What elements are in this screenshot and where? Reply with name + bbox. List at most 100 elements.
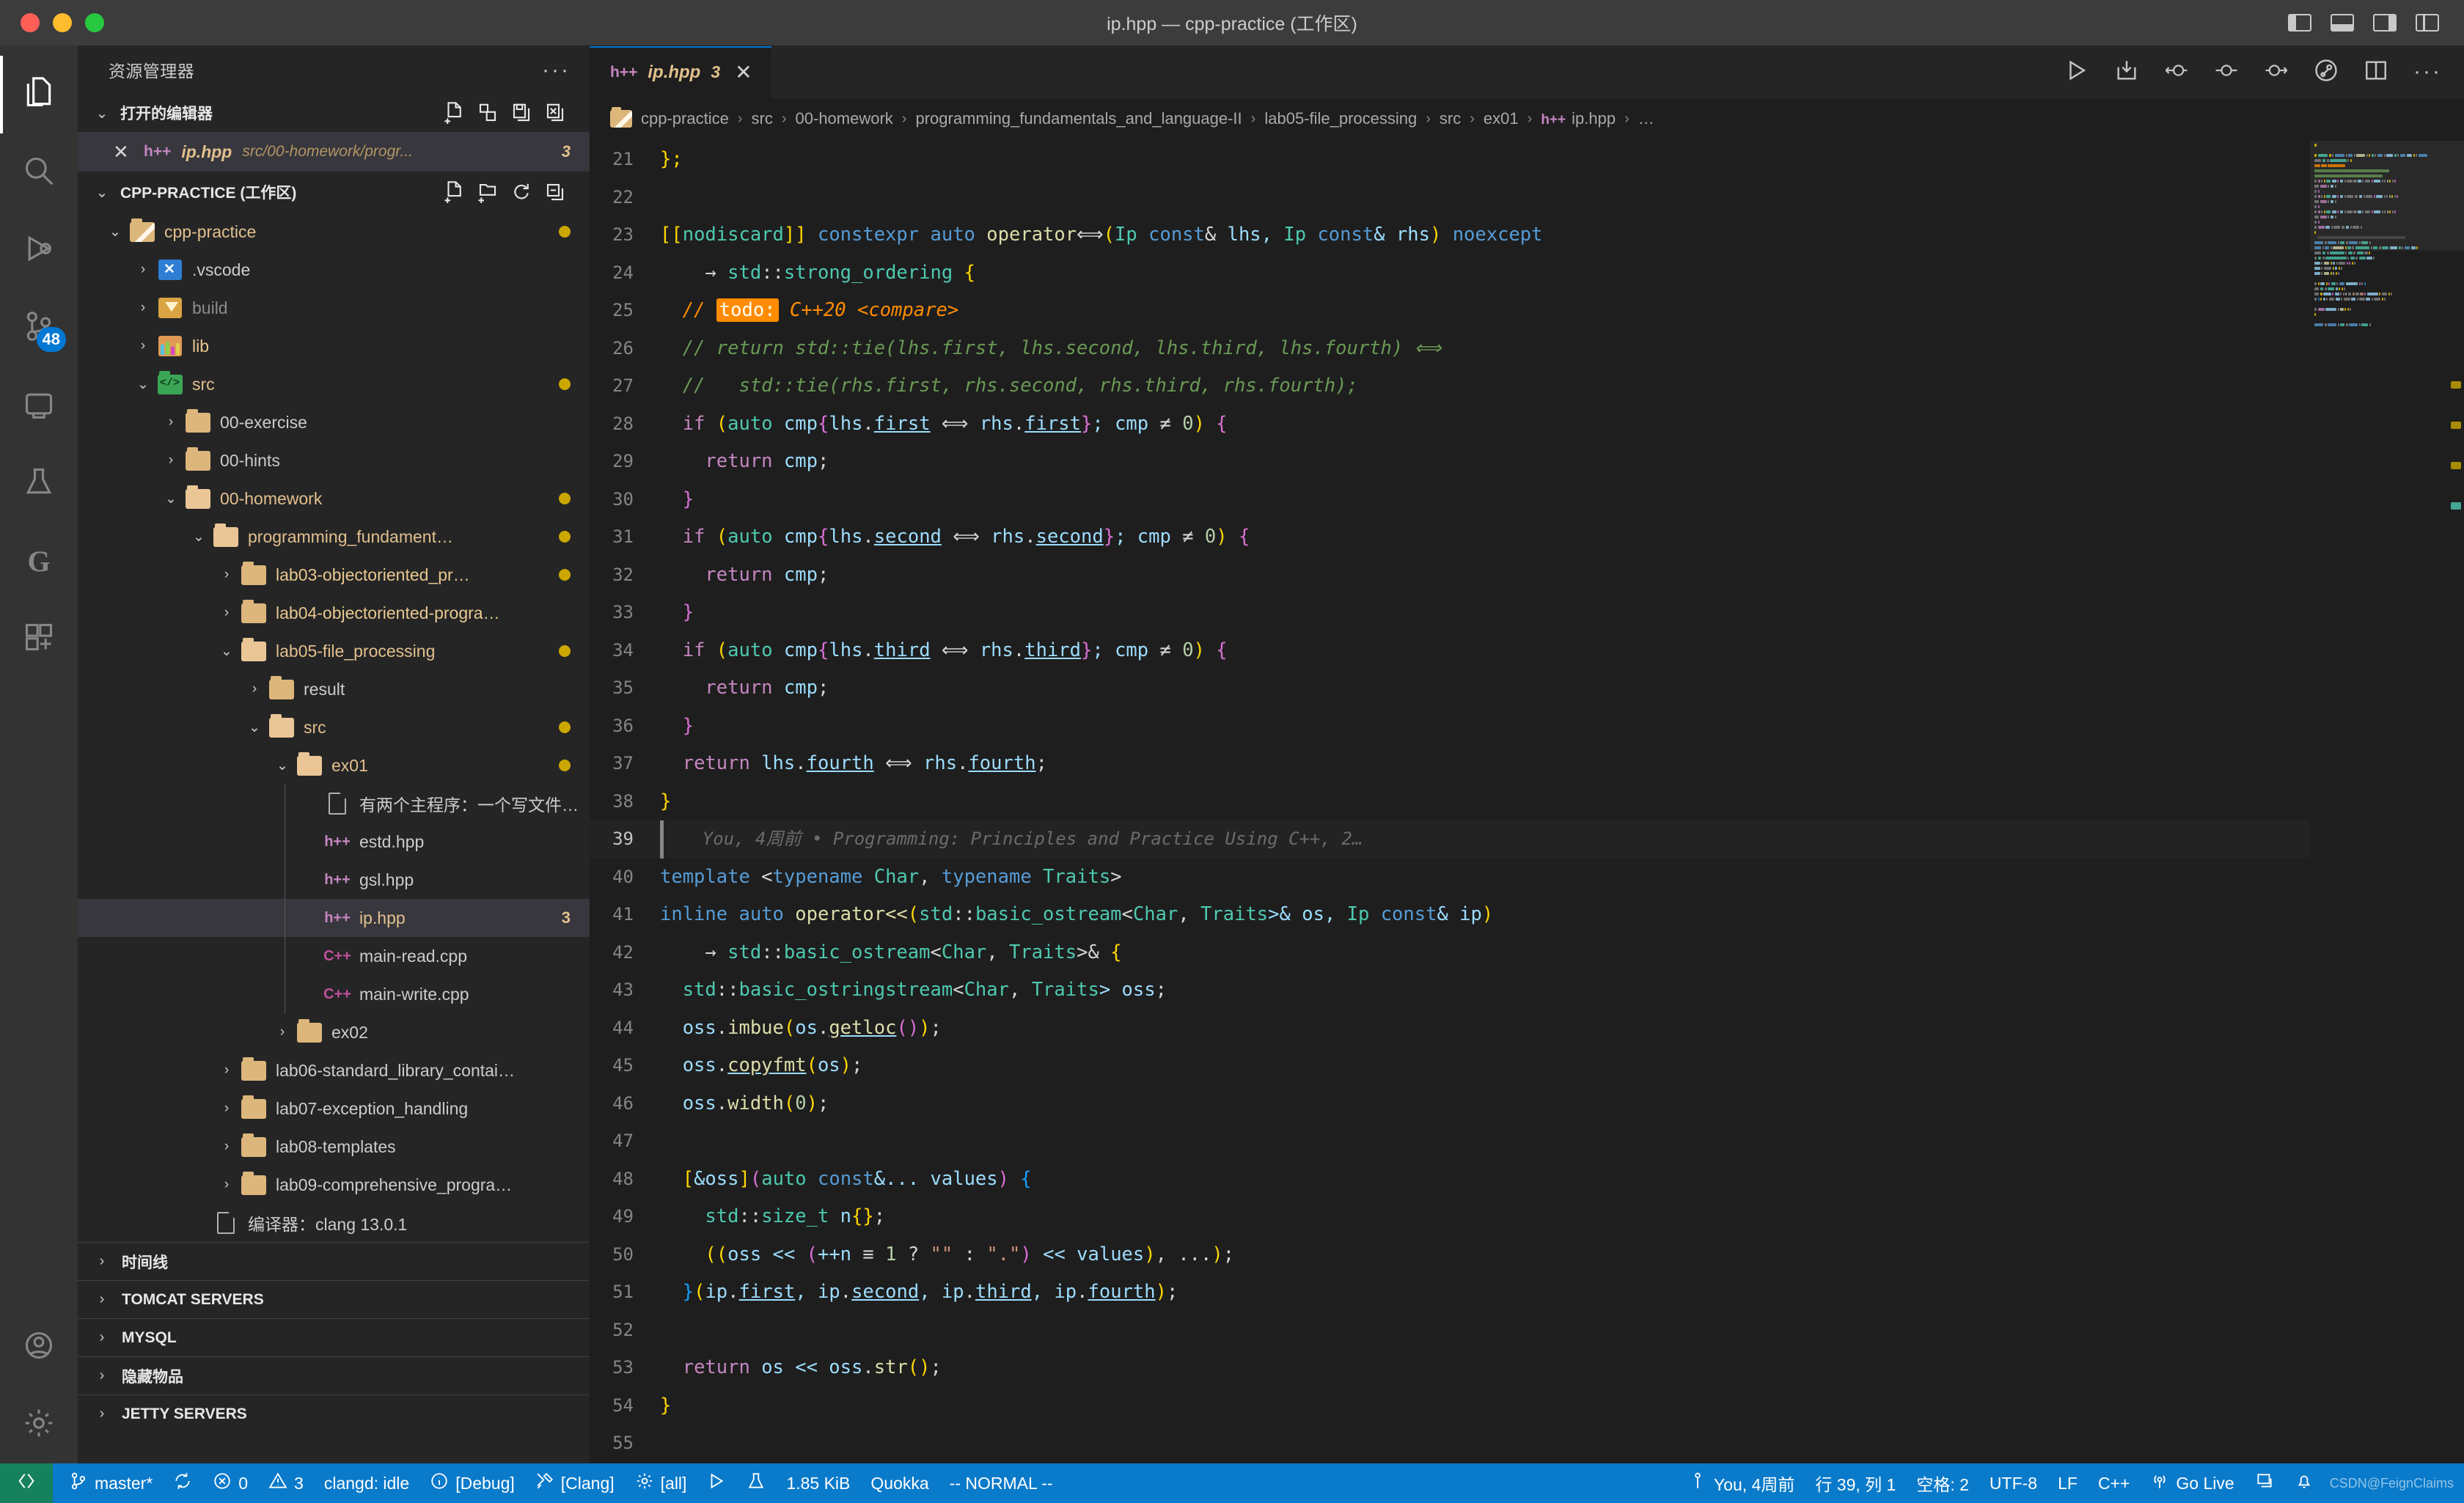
code-line[interactable]: 45 oss.copyfmt(os); xyxy=(590,1047,2310,1085)
code-line[interactable]: 28 if (auto cmp{lhs.first ⟺ rhs.first}; … xyxy=(590,405,2310,444)
tree-item-src[interactable]: ⌄ src xyxy=(78,708,590,746)
go-back-icon[interactable] xyxy=(2164,58,2189,87)
split-editor-icon[interactable] xyxy=(478,102,497,124)
chevron-right-icon[interactable]: › xyxy=(158,414,183,430)
tree-item-ip-hpp[interactable]: h++ ip.hpp 3 xyxy=(78,899,590,937)
tree-item-lab03-objectoriented-pr[interactable]: › lab03-objectoriented_pr… xyxy=(78,556,590,594)
tree-item-lab06-standard-library-contai[interactable]: › lab06-standard_library_contai… xyxy=(78,1051,590,1089)
tree-item-src[interactable]: ⌄ src xyxy=(78,365,590,403)
code-line[interactable]: 32 return cmp; xyxy=(590,556,2310,595)
status-item-sync-icon[interactable] xyxy=(163,1463,202,1503)
code-lines[interactable]: 21}; 22 23 [[nodiscard]] constexpr auto ope… xyxy=(590,139,2310,1463)
chevron-down-icon[interactable]: ⌄ xyxy=(214,643,239,660)
tree-item-main-write-cpp[interactable]: C++ main-write.cpp xyxy=(78,975,590,1013)
code-line[interactable]: 35 return cmp; xyxy=(590,669,2310,708)
tree-item-[interactable]: 有两个主程序：一个写文件… xyxy=(78,784,590,823)
run-icon[interactable] xyxy=(2064,58,2089,87)
new-file-icon[interactable] xyxy=(444,181,463,203)
chevron-down-icon[interactable]: ⌄ xyxy=(158,490,183,507)
tree-item-00-exercise[interactable]: › 00-exercise xyxy=(78,403,590,441)
open-editor-row[interactable]: ✕ h++ ip.hpp src/00-homework/progr... 3 xyxy=(78,132,590,172)
activity-item-extensions[interactable] xyxy=(0,600,78,677)
toggle-primary-sidebar-icon[interactable] xyxy=(2288,14,2311,32)
breadcrumb-item-programming-fundamentals-and-language-ii[interactable]: programming_fundamentals_and_language-II xyxy=(915,109,1242,128)
chevron-down-icon[interactable]: ⌄ xyxy=(131,376,155,393)
chevron-right-icon[interactable]: › xyxy=(214,1177,239,1193)
tree-item-lab09-comprehensive-progra[interactable]: › lab09-comprehensive_progra… xyxy=(78,1166,590,1204)
status-item-1-85-kib[interactable]: 1.85 KiB xyxy=(776,1463,860,1503)
code-line[interactable]: 30 } xyxy=(590,481,2310,519)
tree-item-build[interactable]: › build xyxy=(78,289,590,327)
tree-item-lab05-file-processing[interactable]: ⌄ lab05-file_processing xyxy=(78,632,590,670)
breadcrumb-item-cpp-practice[interactable]: cpp-practice xyxy=(641,109,729,128)
status-item-beaker-icon[interactable] xyxy=(736,1463,776,1503)
tree-item-main-read-cpp[interactable]: C++ main-read.cpp xyxy=(78,937,590,975)
status-remote-window[interactable] xyxy=(0,1463,53,1503)
tree-item-programming-fundament[interactable]: ⌄ programming_fundament… xyxy=(78,518,590,556)
status-item-clang[interactable]: [Clang] xyxy=(525,1463,625,1503)
chevron-down-icon[interactable]: ⌄ xyxy=(270,757,295,774)
workspace-actions[interactable] xyxy=(444,181,575,203)
editor-toolbar[interactable]: ··· xyxy=(2064,45,2464,98)
tab-ip-hpp[interactable]: h++ ip.hpp 3 ✕ xyxy=(590,45,771,98)
activity-item-accounts[interactable] xyxy=(0,1308,78,1386)
status-item-3[interactable]: 3 xyxy=(258,1463,314,1503)
status-item-lf[interactable]: LF xyxy=(2047,1463,2088,1503)
tree-item-gsl-hpp[interactable]: h++ gsl.hpp xyxy=(78,861,590,899)
section-open-editors-header[interactable]: ⌄ 打开的编辑器 xyxy=(78,94,590,132)
breadcrumb-item-ex01[interactable]: ex01 xyxy=(1484,109,1519,128)
panel-header-mysql[interactable]: › MYSQL xyxy=(78,1318,590,1356)
code-line[interactable]: 29 return cmp; xyxy=(590,443,2310,481)
breadcrumb-item-src[interactable]: src xyxy=(1440,109,1461,128)
chevron-down-icon[interactable]: ⌄ xyxy=(242,719,267,736)
code-line[interactable]: 21}; xyxy=(590,141,2310,179)
code-line[interactable]: 38} xyxy=(590,783,2310,821)
code-line[interactable]: 55 xyxy=(590,1425,2310,1463)
close-icon[interactable]: ✕ xyxy=(113,141,144,163)
new-file-icon[interactable] xyxy=(444,102,463,124)
status-item-debug[interactable]: [Debug] xyxy=(419,1463,525,1503)
code-line[interactable]: 44 oss.imbue(os.getloc()); xyxy=(590,1010,2310,1048)
chevron-right-icon[interactable]: › xyxy=(214,1062,239,1078)
customize-layout-icon[interactable] xyxy=(2416,14,2439,32)
code-line[interactable]: 26 // return std::tie(lhs.first, lhs.sec… xyxy=(590,330,2310,368)
status-item-master[interactable]: master* xyxy=(59,1463,163,1503)
gitlens-icon[interactable] xyxy=(2314,58,2339,87)
code-line[interactable]: 39 You, 4周前 • Programming: Principles an… xyxy=(590,820,2310,859)
code-line[interactable]: 52 xyxy=(590,1312,2310,1350)
panel-header-jetty-servers[interactable]: › JETTY SERVERS xyxy=(78,1394,590,1433)
tree-item-lab07-exception-handling[interactable]: › lab07-exception_handling xyxy=(78,1089,590,1128)
activity-item-gitlens[interactable]: G xyxy=(0,522,78,600)
more-actions-icon[interactable]: ··· xyxy=(2413,61,2442,83)
panel-header-[interactable]: › 时间线 xyxy=(78,1242,590,1280)
chevron-right-icon[interactable]: › xyxy=(158,452,183,468)
collapse-all-icon[interactable] xyxy=(546,181,565,203)
code-line[interactable]: 36 } xyxy=(590,708,2310,746)
toggle-secondary-sidebar-icon[interactable] xyxy=(2373,14,2397,32)
status-item-quokka[interactable]: Quokka xyxy=(860,1463,939,1503)
layout-controls[interactable] xyxy=(2288,14,2464,32)
code-line[interactable]: 56template <typename Char, typename Trai… xyxy=(590,1463,2310,1464)
breadcrumb-item-ip-hpp[interactable]: h++ ip.hpp xyxy=(1541,109,1616,128)
chevron-down-icon[interactable]: ⌄ xyxy=(103,224,128,240)
breadcrumb-item-00-homework[interactable]: 00-homework xyxy=(796,109,893,128)
code-line[interactable]: 27 // std::tie(rhs.first, rhs.second, rh… xyxy=(590,367,2310,405)
code-line[interactable]: 37 return lhs.fourth ⟺ rhs.fourth; xyxy=(590,745,2310,783)
minimize-window-button[interactable] xyxy=(53,13,72,32)
close-icon[interactable]: ✕ xyxy=(735,60,752,84)
chevron-right-icon[interactable]: › xyxy=(131,338,155,354)
toggle-panel-icon[interactable] xyxy=(2331,14,2354,32)
code-line[interactable]: 49 std::size_t n{}; xyxy=(590,1198,2310,1236)
activity-item-testing[interactable] xyxy=(0,444,78,522)
tree-item-00-homework[interactable]: ⌄ 00-homework xyxy=(78,479,590,518)
chevron-right-icon[interactable]: › xyxy=(131,300,155,316)
tree-item-lib[interactable]: › lib xyxy=(78,327,590,365)
code-line[interactable]: 48 [&oss](auto const&... values) { xyxy=(590,1161,2310,1199)
code-line[interactable]: 22 xyxy=(590,179,2310,217)
activity-item-manage[interactable] xyxy=(0,1386,78,1463)
tree-item-clang-13-0-1[interactable]: 编译器：clang 13.0.1 xyxy=(78,1204,590,1242)
tree-item-ex01[interactable]: ⌄ ex01 xyxy=(78,746,590,784)
status-item-go-live[interactable]: Go Live xyxy=(2140,1463,2244,1503)
section-workspace-header[interactable]: ⌄ CPP-PRACTICE (工作区) xyxy=(78,172,590,213)
code-line[interactable]: 46 oss.width(0); xyxy=(590,1085,2310,1123)
